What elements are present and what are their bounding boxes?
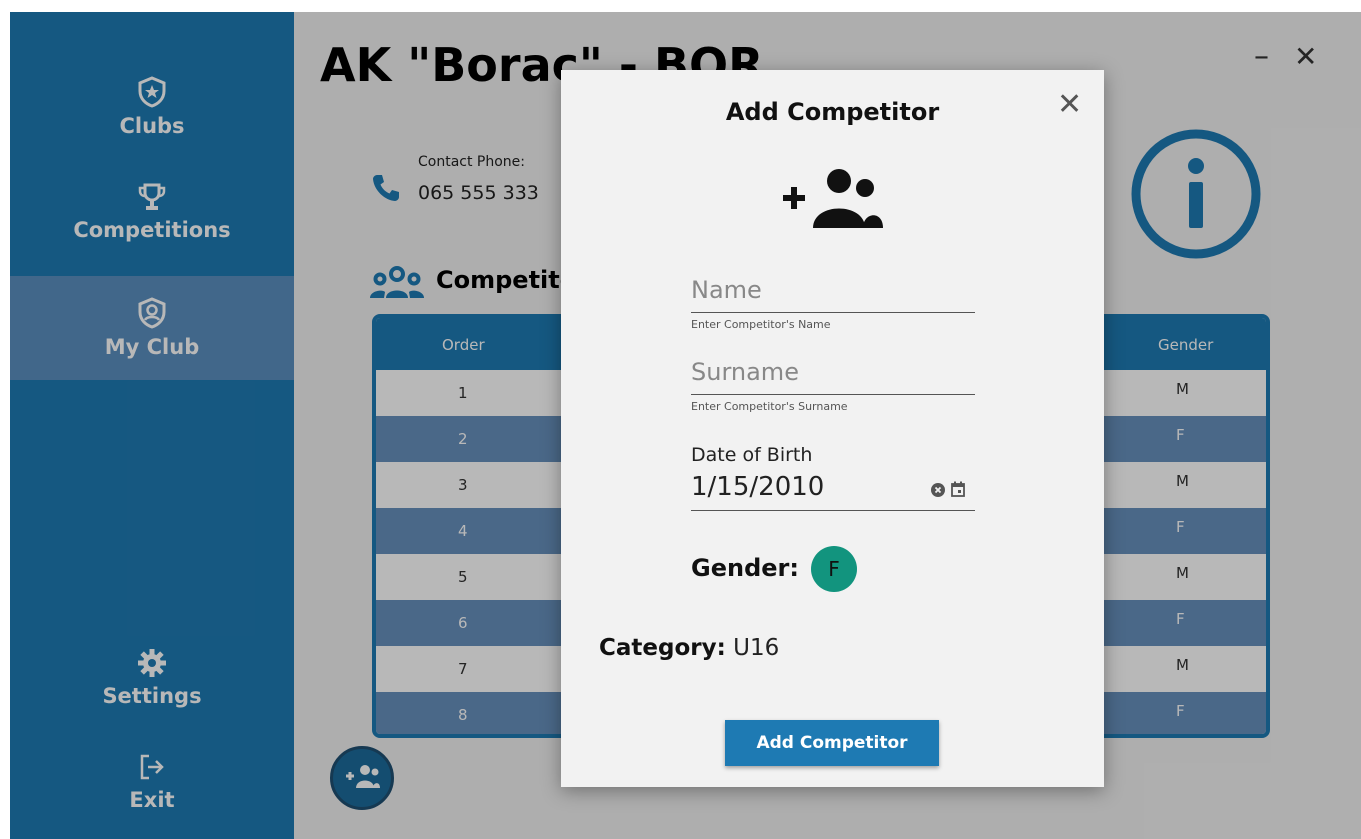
category-value: U16 bbox=[733, 635, 780, 661]
gender-toggle[interactable]: F bbox=[811, 546, 857, 592]
name-field[interactable]: Name Enter Competitor's Name bbox=[691, 276, 975, 331]
add-competitor-dialog: Add Competitor ✕ Name Enter Competitor's… bbox=[561, 70, 1104, 787]
surname-field[interactable]: Surname Enter Competitor's Surname bbox=[691, 358, 975, 413]
gender-label: Gender: bbox=[691, 554, 799, 582]
dob-input[interactable]: 1/15/2010 bbox=[691, 472, 824, 502]
add-users-icon bbox=[779, 166, 887, 234]
clear-date-icon[interactable] bbox=[931, 482, 945, 501]
dialog-close-button[interactable]: ✕ bbox=[1057, 90, 1082, 120]
category-line: Category: U16 bbox=[599, 635, 779, 661]
calendar-icon[interactable] bbox=[951, 481, 965, 501]
surname-underline bbox=[691, 394, 975, 395]
app-window: Clubs Competitions My Club Settings Exit bbox=[10, 12, 1361, 839]
category-label: Category: bbox=[599, 635, 726, 661]
name-input[interactable]: Name bbox=[691, 276, 975, 304]
dob-label: Date of Birth bbox=[691, 444, 813, 466]
surname-input[interactable]: Surname bbox=[691, 358, 975, 386]
surname-hint: Enter Competitor's Surname bbox=[691, 400, 848, 413]
name-underline bbox=[691, 312, 975, 313]
dob-underline bbox=[691, 510, 975, 511]
name-hint: Enter Competitor's Name bbox=[691, 318, 831, 331]
add-competitor-button[interactable]: Add Competitor bbox=[725, 720, 939, 766]
dialog-title: Add Competitor bbox=[725, 98, 940, 126]
